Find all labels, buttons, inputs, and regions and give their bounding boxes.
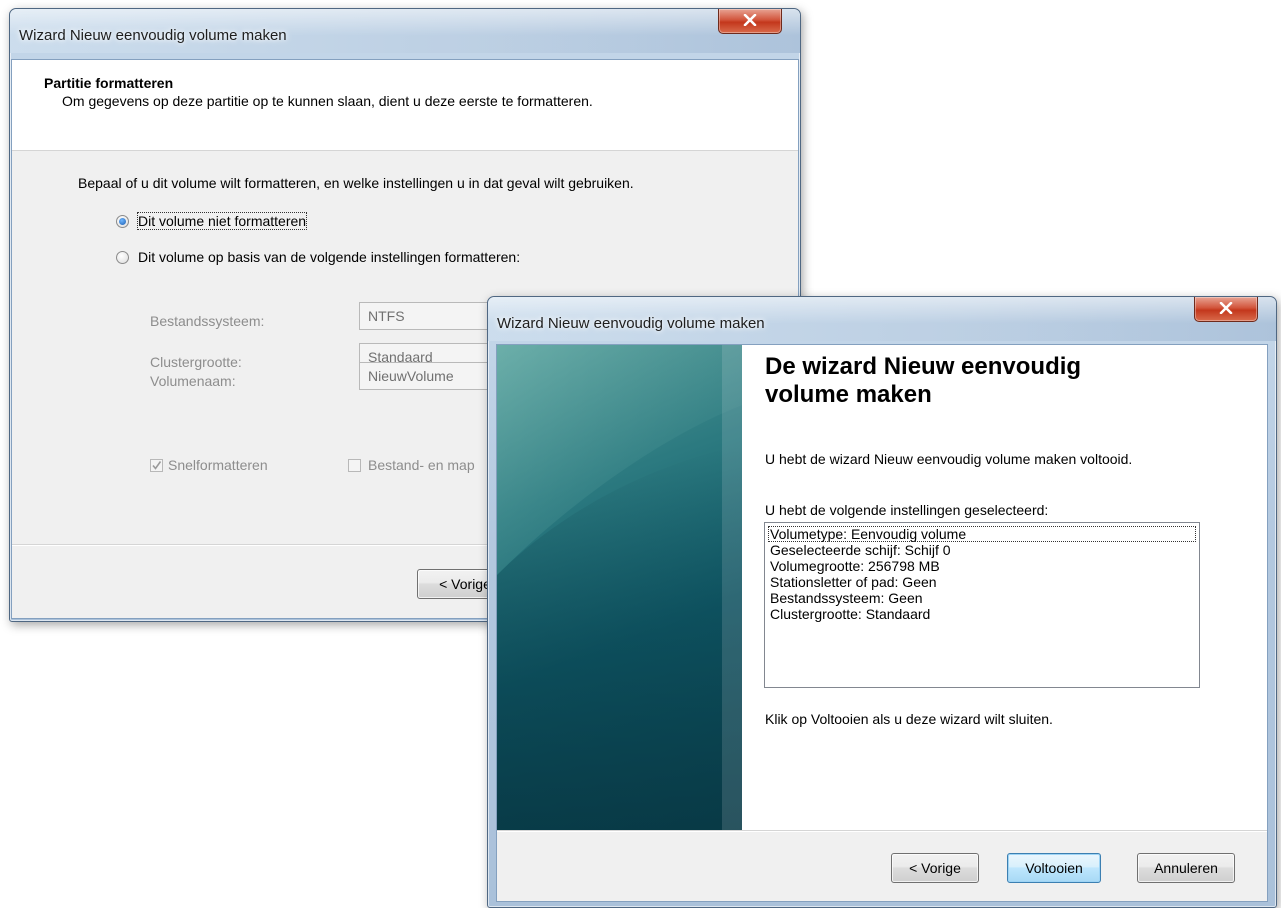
back-button-label: < Vorige [909, 860, 961, 876]
checkbox-unchecked[interactable] [348, 459, 361, 472]
footer-separator [497, 830, 1267, 832]
format-prompt: Bepaal of u dit volume wilt formatteren,… [78, 175, 634, 191]
wizard-side-banner [497, 345, 742, 830]
checkbox-checked[interactable] [150, 459, 163, 472]
settings-label: U hebt de volgende instellingen geselect… [765, 502, 1049, 518]
list-item[interactable]: Stationsletter of pad: Geen [768, 574, 1196, 590]
wizard-main-panel: De wizard Nieuw eenvoudig volume maken U… [742, 345, 1267, 830]
front-window-close-button[interactable] [1194, 297, 1258, 322]
list-item[interactable]: Bestandssysteem: Geen [768, 590, 1196, 606]
filesystem-label: Bestandssysteem: [150, 313, 265, 329]
cluster-size-label: Clustergrootte: [150, 354, 242, 370]
list-item[interactable]: Volumegrootte: 256798 MB [768, 558, 1196, 574]
list-item[interactable]: Geselecteerde schijf: Schijf 0 [768, 542, 1196, 558]
volume-name-label: Volumenaam: [150, 373, 236, 389]
front-window-title: Wizard Nieuw eenvoudig volume maken [497, 315, 765, 332]
quick-format-checkbox[interactable]: Snelformatteren [150, 456, 320, 476]
list-item[interactable]: Volumetype: Eenvoudig volume [768, 526, 1196, 542]
completed-text: U hebt de wizard Nieuw eenvoudig volume … [765, 451, 1133, 467]
radio-format-label: Dit volume op basis van de volgende inst… [138, 249, 521, 265]
close-icon [1219, 302, 1233, 314]
radio-button[interactable] [116, 251, 129, 264]
front-window-content: De wizard Nieuw eenvoudig volume maken U… [496, 344, 1268, 902]
page-title: Partitie formatteren [44, 75, 174, 91]
completion-wizard-window: Wizard Nieuw eenvoudig volume maken De w… [487, 296, 1277, 908]
back-window-close-button[interactable] [718, 9, 782, 34]
settings-listbox[interactable]: Volumetype: Eenvoudig volume Geselecteer… [764, 522, 1200, 688]
banner-swoosh-graphic [497, 345, 742, 830]
quick-format-label: Snelformatteren [168, 457, 268, 473]
radio-format-with-settings[interactable]: Dit volume op basis van de volgende inst… [116, 248, 596, 268]
radio-no-format[interactable]: Dit volume niet formatteren [116, 212, 356, 232]
radio-button-selected[interactable] [116, 215, 129, 228]
wizard-header: Partitie formatteren Om gegevens op deze… [12, 60, 798, 151]
front-back-button[interactable]: < Vorige [891, 853, 979, 883]
wizard-heading-line2: volume maken [765, 381, 932, 408]
radio-no-format-label: Dit volume niet formatteren [136, 212, 308, 230]
checkmark-icon [152, 461, 162, 470]
finish-button[interactable]: Voltooien [1007, 853, 1101, 883]
close-icon [743, 14, 757, 26]
page-subtitle: Om gegevens op deze partitie op te kunne… [62, 93, 593, 109]
compression-checkbox[interactable]: Bestand- en map [348, 456, 498, 476]
front-window-titlebar[interactable]: Wizard Nieuw eenvoudig volume maken [488, 297, 1276, 341]
cancel-button[interactable]: Annuleren [1137, 853, 1235, 883]
back-window-titlebar[interactable]: Wizard Nieuw eenvoudig volume maken [10, 9, 800, 53]
compression-label: Bestand- en map [368, 457, 475, 473]
list-item[interactable]: Clustergrootte: Standaard [768, 606, 1196, 622]
close-instruction-text: Klik op Voltooien als u deze wizard wilt… [765, 711, 1053, 727]
finish-button-label: Voltooien [1025, 860, 1083, 876]
wizard-heading-line1: De wizard Nieuw eenvoudig [765, 353, 1082, 380]
cancel-button-label: Annuleren [1154, 860, 1218, 876]
back-window-title: Wizard Nieuw eenvoudig volume maken [19, 27, 287, 44]
